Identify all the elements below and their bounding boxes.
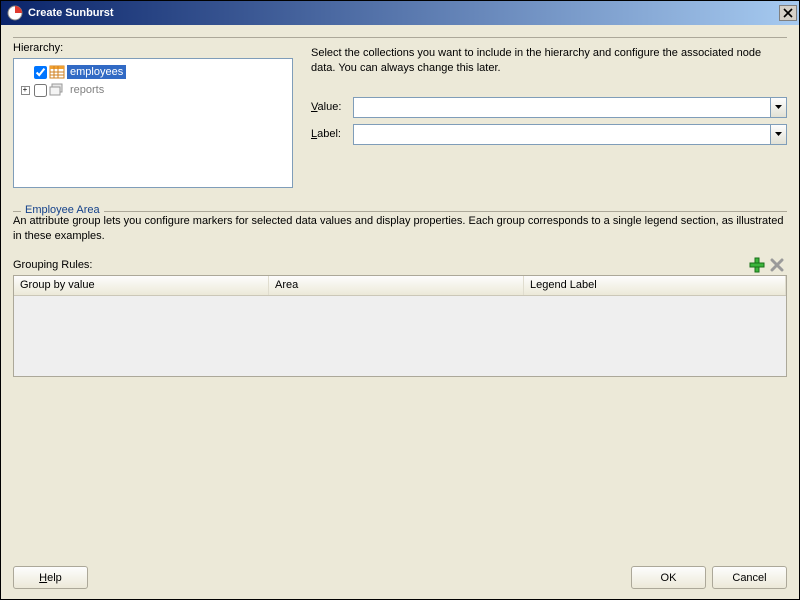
separator bbox=[13, 35, 787, 38]
value-input[interactable] bbox=[353, 97, 770, 118]
dialog-title: Create Sunburst bbox=[28, 7, 779, 19]
label-label: Label: bbox=[311, 128, 353, 140]
top-panel: Hierarchy: employees + reports bbox=[13, 42, 787, 188]
table-body-empty bbox=[14, 296, 786, 376]
dialog-button-row: Help OK Cancel bbox=[13, 560, 787, 589]
value-combo[interactable] bbox=[353, 97, 787, 118]
instruction-text: Select the collections you want to inclu… bbox=[311, 42, 787, 77]
attribute-description: An attribute group lets you configure ma… bbox=[13, 214, 787, 245]
hierarchy-panel: Hierarchy: employees + reports bbox=[13, 42, 293, 188]
reports-label[interactable]: reports bbox=[67, 83, 107, 97]
table-icon bbox=[49, 64, 65, 80]
rules-header: Grouping Rules: bbox=[13, 255, 787, 275]
cancel-button[interactable]: Cancel bbox=[712, 566, 787, 589]
employee-area-fieldset: Employee Area An attribute group lets yo… bbox=[13, 204, 787, 377]
hierarchy-tree[interactable]: employees + reports bbox=[13, 58, 293, 188]
label-combo[interactable] bbox=[353, 124, 787, 145]
label-dropdown-arrow[interactable] bbox=[770, 124, 787, 145]
spacer bbox=[13, 377, 787, 560]
dialog-body: Hierarchy: employees + reports bbox=[1, 25, 799, 599]
fieldset-line bbox=[13, 211, 787, 212]
col-group-by[interactable]: Group by value bbox=[14, 276, 269, 295]
table-header-row: Group by value Area Legend Label bbox=[14, 276, 786, 296]
col-legend-label[interactable]: Legend Label bbox=[524, 276, 786, 295]
col-area[interactable]: Area bbox=[269, 276, 524, 295]
label-input[interactable] bbox=[353, 124, 770, 145]
add-rule-button[interactable] bbox=[747, 255, 767, 275]
help-button[interactable]: Help bbox=[13, 566, 88, 589]
tree-expander[interactable]: + bbox=[18, 86, 32, 95]
tree-node-employees[interactable]: employees bbox=[16, 63, 290, 81]
app-icon bbox=[7, 5, 23, 21]
delete-rule-button[interactable] bbox=[767, 255, 787, 275]
fieldset-legend: Employee Area bbox=[21, 204, 104, 216]
ok-button[interactable]: OK bbox=[631, 566, 706, 589]
close-button[interactable] bbox=[779, 5, 797, 21]
value-row: Value: bbox=[311, 97, 787, 118]
grouping-rules-table[interactable]: Group by value Area Legend Label bbox=[13, 275, 787, 377]
label-row: Label: bbox=[311, 124, 787, 145]
grouping-rules-label: Grouping Rules: bbox=[13, 259, 747, 271]
employees-checkbox[interactable] bbox=[34, 66, 47, 79]
node-config-panel: Select the collections you want to inclu… bbox=[311, 42, 787, 188]
value-dropdown-arrow[interactable] bbox=[770, 97, 787, 118]
employees-label[interactable]: employees bbox=[67, 65, 126, 79]
value-label: Value: bbox=[311, 101, 353, 113]
hierarchy-label: Hierarchy: bbox=[13, 42, 293, 54]
stack-icon bbox=[49, 82, 65, 98]
titlebar: Create Sunburst bbox=[1, 1, 799, 25]
tree-node-reports[interactable]: + reports bbox=[16, 81, 290, 99]
reports-checkbox[interactable] bbox=[34, 84, 47, 97]
